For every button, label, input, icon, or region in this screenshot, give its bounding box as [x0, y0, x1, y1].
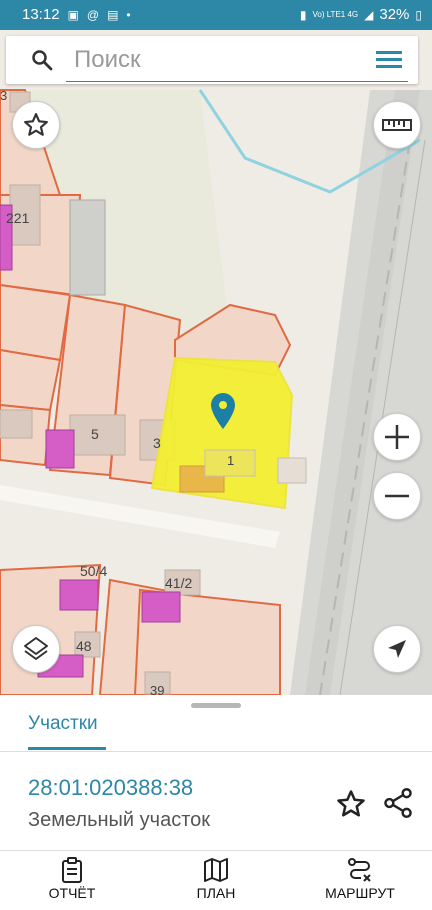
zoom-in-button[interactable]: [373, 413, 421, 461]
lock-icon: ▮: [299, 7, 307, 22]
nav-route-label: МАРШРУТ: [325, 885, 395, 901]
nav-report[interactable]: ОТЧЁТ: [17, 857, 127, 901]
star-outline-icon: [24, 113, 48, 136]
tab-parcels[interactable]: Участки: [28, 713, 98, 735]
battery-icon: ▯: [415, 7, 422, 22]
status-bar: 13:12 ▣ @ ▤ • ▮ Vo) LTE1 4G ◢ 32% ▯: [0, 0, 432, 30]
status-time: 13:12: [22, 6, 60, 23]
navigation-arrow-icon: [388, 640, 406, 658]
map-canvas: [0, 89, 432, 695]
nav-plan[interactable]: ПЛАН: [161, 857, 271, 901]
divider: [0, 751, 432, 752]
lot-label: 3: [0, 88, 8, 103]
plus-icon: [385, 425, 409, 449]
search-input[interactable]: Поиск: [74, 46, 141, 74]
ruler-button[interactable]: [373, 101, 421, 149]
lot-label: 5: [91, 426, 99, 442]
layers-icon: [24, 637, 48, 660]
cadastral-number[interactable]: 28:01:020388:38: [28, 775, 193, 801]
object-type: Земельный участок: [28, 809, 211, 831]
lot-label: 221: [6, 210, 30, 226]
search-bar[interactable]: Поиск: [6, 36, 418, 84]
sheet-drag-handle[interactable]: [191, 703, 241, 708]
lot-label: 3: [153, 435, 161, 451]
my-location-button[interactable]: [373, 625, 421, 673]
lot-label: 50/4: [80, 563, 108, 579]
bottom-navigation: ОТЧЁТ ПЛАН МАРШРУТ: [0, 850, 432, 910]
cadastral-map[interactable]: 3 221 5 3 1 50/4 41/2 48 39: [0, 30, 432, 695]
lot-label: 39: [150, 683, 165, 695]
menu-icon[interactable]: [376, 48, 404, 72]
ruler-icon: [382, 119, 412, 131]
signal-icon: ◢: [364, 7, 374, 22]
network-indicator: Vo) LTE1 4G: [312, 10, 359, 19]
favorites-button[interactable]: [12, 101, 60, 149]
zoom-out-button[interactable]: [373, 472, 421, 520]
route-icon: [348, 858, 371, 882]
star-icon[interactable]: [336, 789, 366, 819]
search-icon[interactable]: [30, 48, 54, 72]
lot-label: 1: [227, 453, 235, 468]
image-notification-icon: ▣: [67, 7, 79, 22]
calendar-notification-icon: ▤: [107, 7, 119, 22]
minus-icon: [385, 494, 409, 498]
nav-report-label: ОТЧЁТ: [48, 885, 96, 901]
lot-label: 41/2: [165, 575, 193, 591]
clipboard-icon: [62, 857, 82, 883]
nav-plan-label: ПЛАН: [196, 885, 236, 901]
battery-percent: 32%: [379, 6, 410, 23]
map-icon: [204, 858, 228, 882]
layers-button[interactable]: [12, 625, 60, 673]
bottom-sheet: Участки 28:01:020388:38 Земельный участо…: [0, 695, 432, 850]
nav-route[interactable]: МАРШРУТ: [305, 857, 415, 901]
dot-notification-icon: •: [126, 7, 131, 22]
search-underline: [66, 81, 408, 82]
lot-label: 48: [76, 638, 92, 654]
share-icon[interactable]: [383, 787, 413, 819]
email-notification-icon: @: [86, 7, 100, 22]
tab-indicator: [28, 747, 106, 750]
